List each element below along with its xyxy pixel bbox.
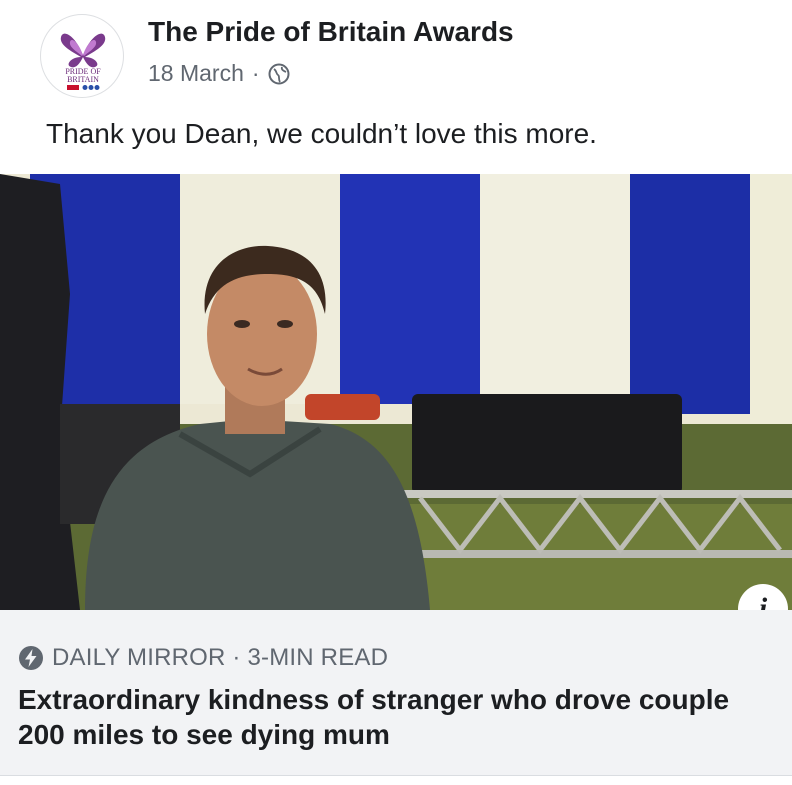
post-caption: Thank you Dean, we couldn’t love this mo… bbox=[46, 118, 597, 149]
man-in-tent-photo bbox=[0, 174, 792, 610]
link-source-label: DAILY MIRROR · 3-MIN READ bbox=[52, 644, 389, 671]
lightning-bolt-icon bbox=[19, 646, 43, 670]
post-meta: 18 March · bbox=[148, 60, 290, 87]
page-name[interactable]: The Pride of Britain Awards bbox=[148, 16, 514, 48]
page-avatar[interactable]: PRIDE OF BRITAIN bbox=[40, 14, 124, 98]
link-preview-image[interactable] bbox=[0, 174, 792, 610]
butterfly-logo-icon bbox=[60, 33, 106, 90]
link-source: DAILY MIRROR · 3-MIN READ bbox=[18, 644, 388, 672]
post-header: PRIDE OF BRITAIN The Pride of Britain Aw… bbox=[0, 0, 792, 100]
meta-separator: · bbox=[251, 60, 260, 86]
globe-icon bbox=[268, 63, 290, 84]
post-date[interactable]: 18 March bbox=[148, 60, 244, 87]
link-headline[interactable]: Extraordinary kindness of stranger who d… bbox=[18, 682, 758, 752]
logo-text-britain: BRITAIN bbox=[67, 75, 99, 84]
